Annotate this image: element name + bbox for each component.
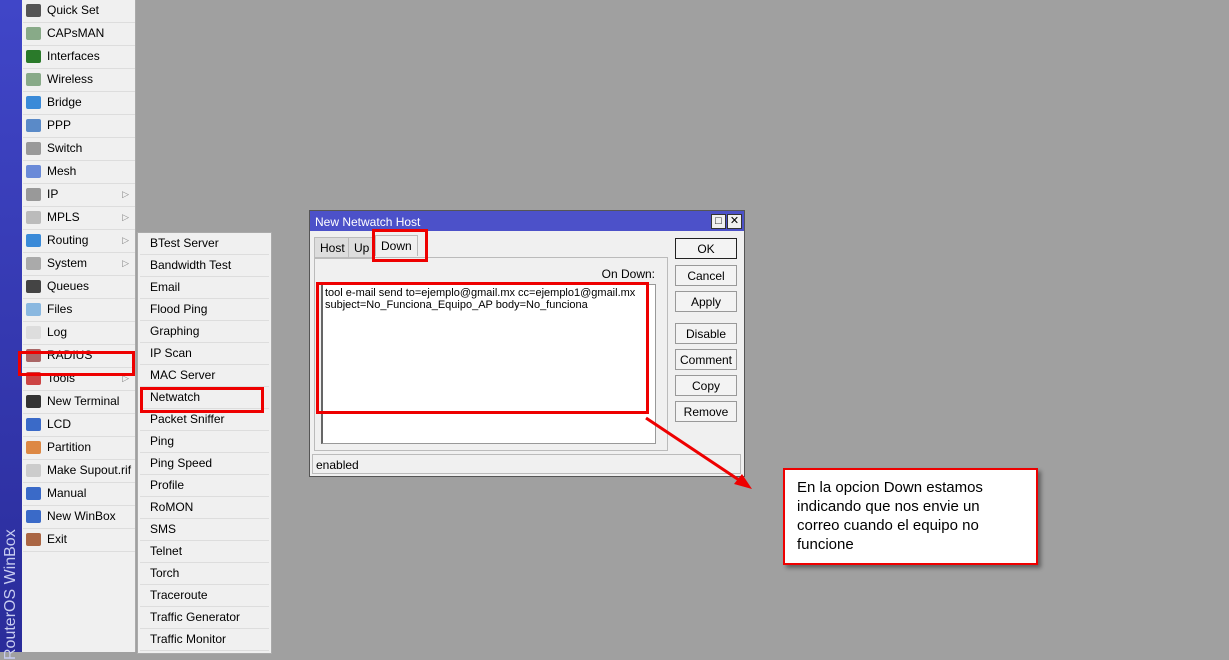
annotation-note: En la opcion Down estamos indicando que … [783,468,1038,565]
annotation-arrow [645,416,752,489]
